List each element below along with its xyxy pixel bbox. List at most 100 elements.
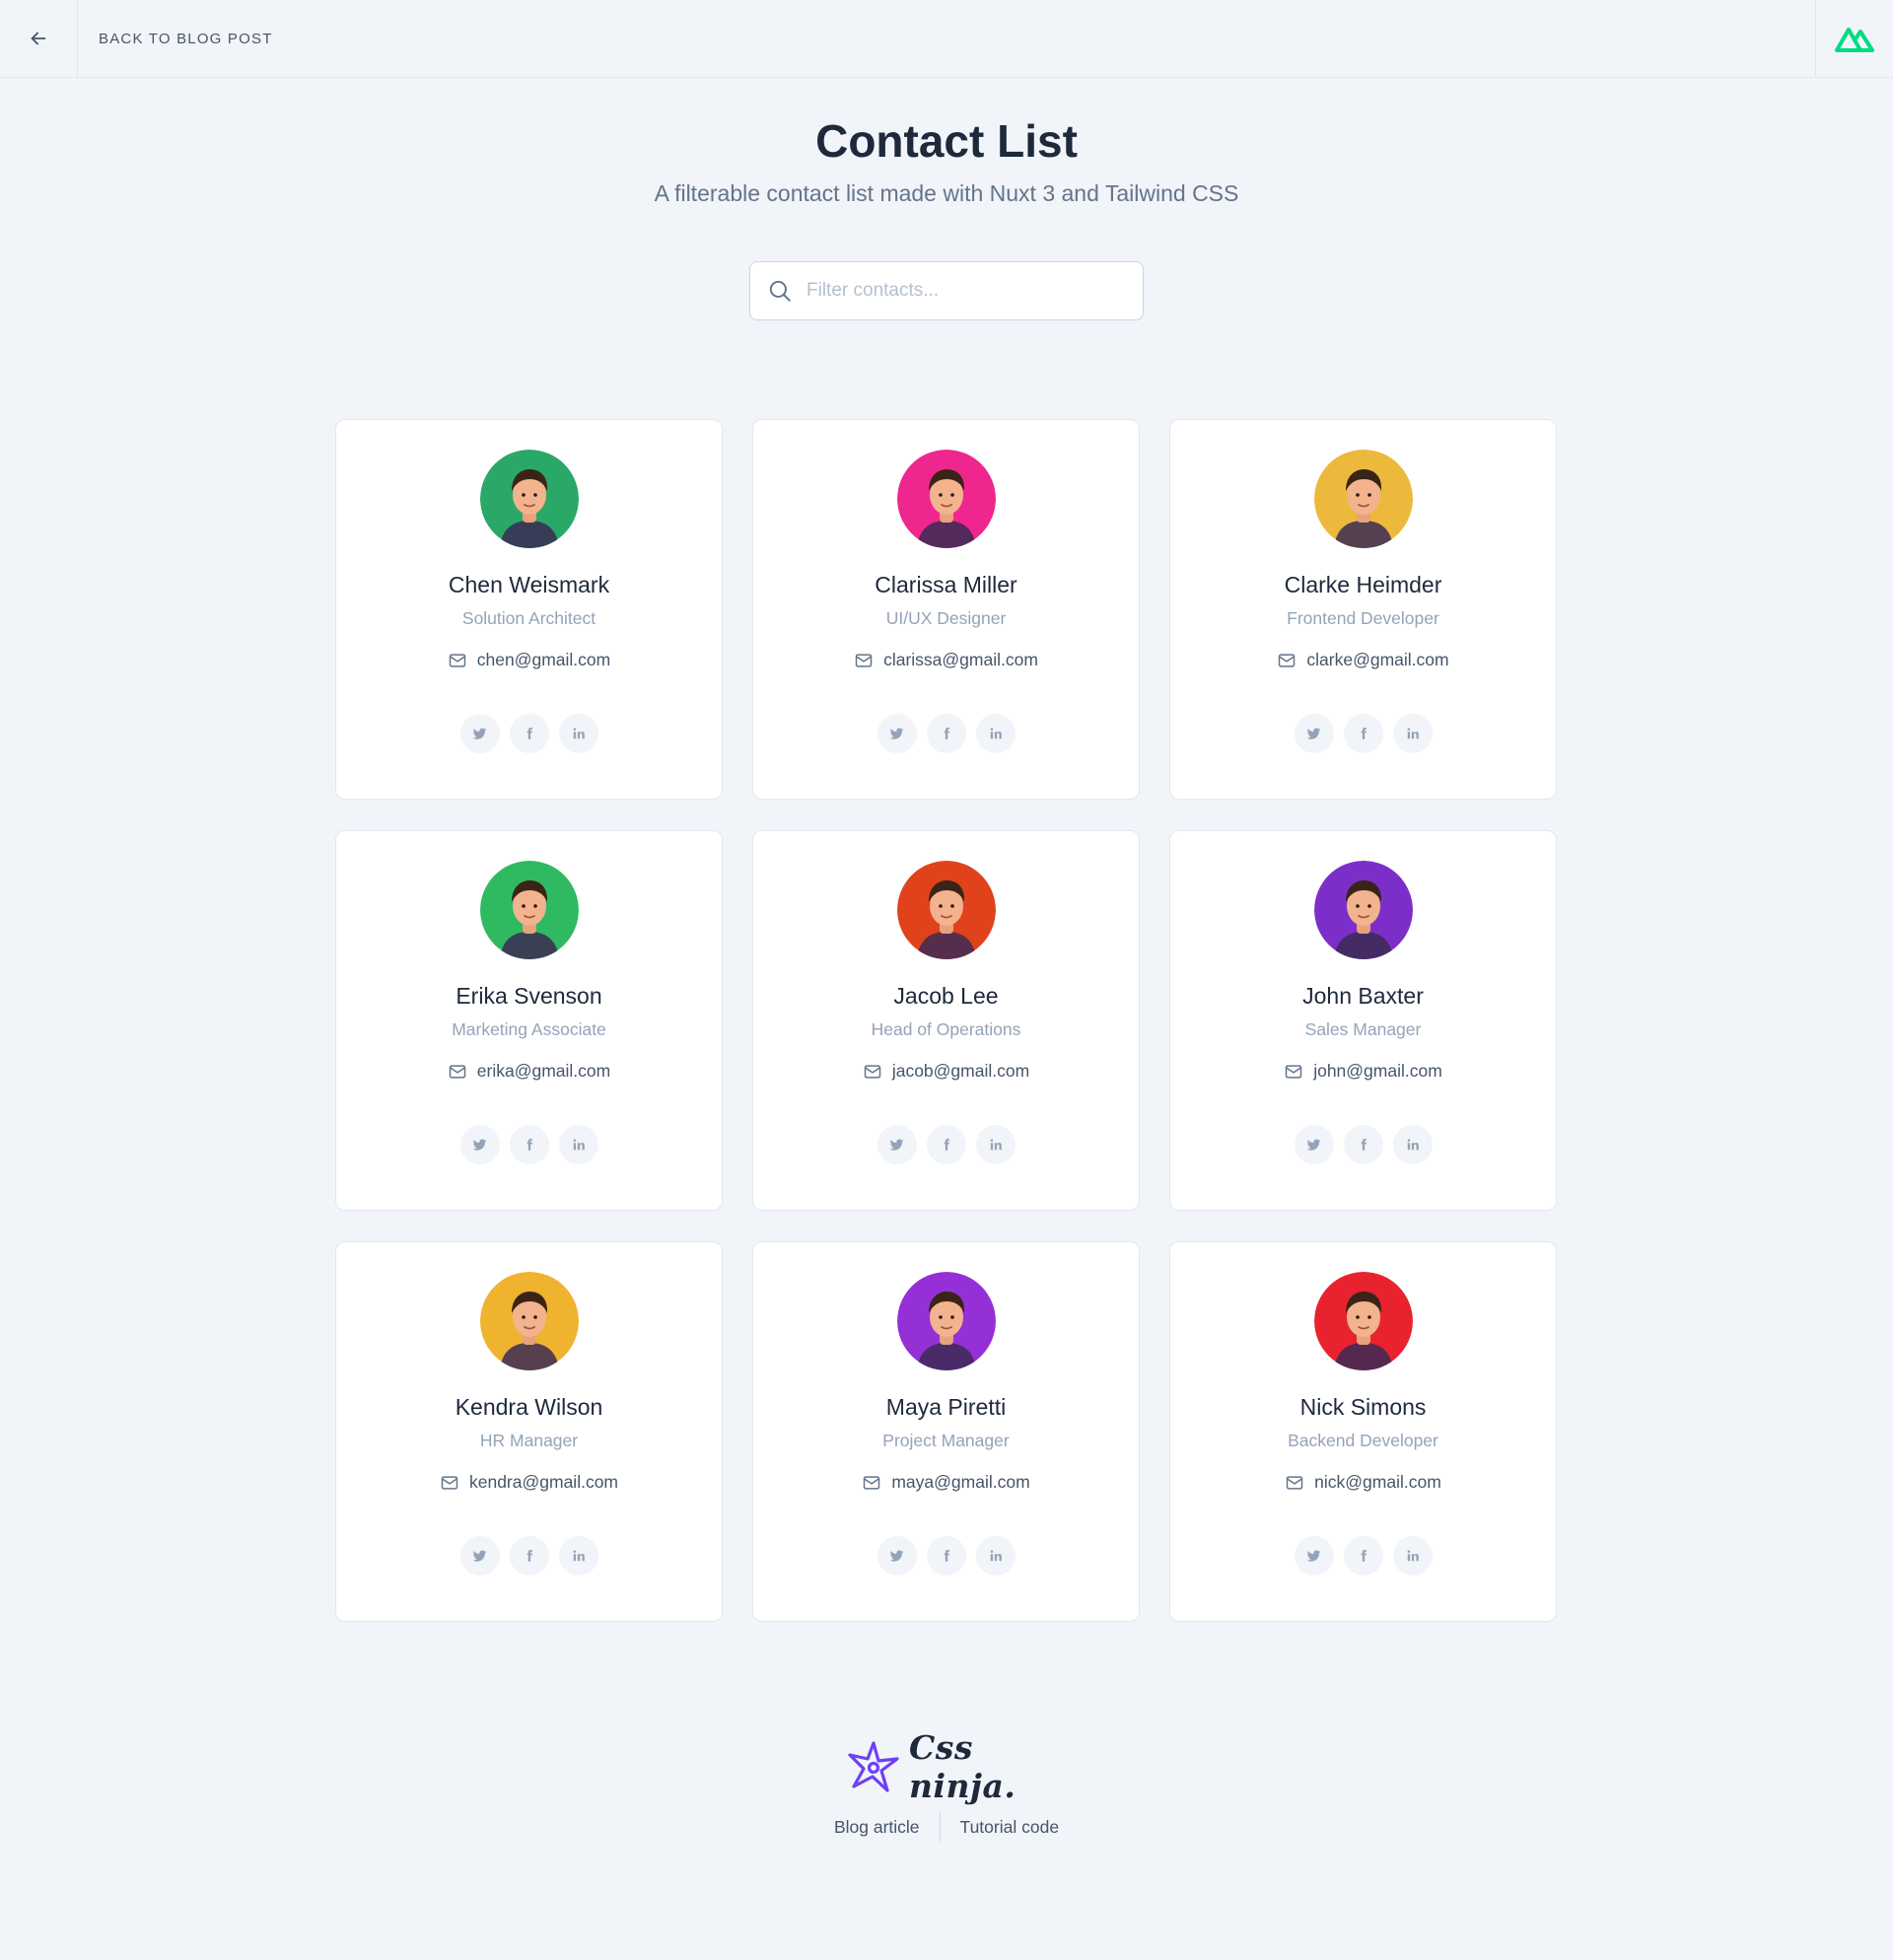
- contact-name: John Baxter: [1302, 983, 1424, 1009]
- facebook-button[interactable]: [1343, 1125, 1383, 1164]
- arrow-left-icon: [28, 28, 49, 49]
- twitter-icon: [889, 727, 904, 741]
- contact-name: Clarke Heimder: [1284, 572, 1442, 597]
- twitter-button[interactable]: [1294, 1536, 1334, 1575]
- linkedin-button[interactable]: [975, 1125, 1016, 1164]
- mail-icon: [863, 1062, 882, 1082]
- twitter-button[interactable]: [459, 1536, 500, 1575]
- mail-icon: [1284, 1062, 1303, 1082]
- contact-name: Chen Weismark: [448, 572, 610, 597]
- twitter-button[interactable]: [1294, 714, 1334, 753]
- facebook-button[interactable]: [926, 1536, 966, 1575]
- facebook-icon: [940, 1549, 953, 1563]
- search-icon: [767, 278, 793, 304]
- twitter-icon: [472, 1549, 487, 1564]
- avatar: [896, 450, 996, 548]
- twitter-button[interactable]: [459, 1125, 500, 1164]
- twitter-button[interactable]: [1294, 1125, 1334, 1164]
- contact-role: HR Manager: [479, 1431, 579, 1450]
- contact-role: Backend Developer: [1288, 1431, 1438, 1450]
- tutorial-code-link[interactable]: Tutorial code: [941, 1817, 1080, 1838]
- contact-email[interactable]: nick@gmail.com: [1314, 1472, 1441, 1493]
- twitter-button[interactable]: [459, 714, 500, 753]
- facebook-button[interactable]: [926, 714, 966, 753]
- twitter-icon: [1306, 727, 1321, 741]
- facebook-button[interactable]: [509, 1125, 549, 1164]
- contact-email[interactable]: john@gmail.com: [1313, 1061, 1442, 1082]
- linkedin-button[interactable]: [975, 714, 1016, 753]
- linkedin-button[interactable]: [558, 714, 598, 753]
- linkedin-icon: [989, 1549, 1003, 1563]
- email-row: nick@gmail.com: [1285, 1472, 1441, 1493]
- contact-role: Frontend Developer: [1287, 608, 1439, 628]
- contact-email[interactable]: clarke@gmail.com: [1306, 650, 1448, 670]
- contact-grid: Chen Weismark Solution Architect chen@gm…: [335, 419, 1558, 1622]
- social-links: [1294, 1536, 1433, 1575]
- twitter-button[interactable]: [876, 1536, 917, 1575]
- contact-email[interactable]: clarissa@gmail.com: [883, 650, 1038, 670]
- contact-email[interactable]: chen@gmail.com: [477, 650, 610, 670]
- contact-card: Erika Svenson Marketing Associate erika@…: [335, 830, 723, 1211]
- contact-card: Maya Piretti Project Manager maya@gmail.…: [752, 1241, 1140, 1622]
- page-subtitle: A filterable contact list made with Nuxt…: [654, 180, 1239, 206]
- filter-contacts-input[interactable]: [806, 280, 1122, 302]
- contact-role: Project Manager: [882, 1431, 1010, 1450]
- facebook-button[interactable]: [1343, 1536, 1383, 1575]
- contact-role: UI/UX Designer: [885, 608, 1007, 628]
- contact-name: Jacob Lee: [893, 983, 999, 1009]
- social-links: [876, 1125, 1016, 1164]
- linkedin-button[interactable]: [1392, 1536, 1433, 1575]
- linkedin-button[interactable]: [1392, 714, 1433, 753]
- social-links: [876, 714, 1016, 753]
- social-links: [459, 714, 598, 753]
- facebook-icon: [940, 727, 953, 740]
- facebook-button[interactable]: [509, 1536, 549, 1575]
- css-ninja-logo[interactable]: Css ninja.: [846, 1728, 1053, 1805]
- twitter-button[interactable]: [876, 1125, 917, 1164]
- facebook-icon: [523, 727, 536, 740]
- facebook-button[interactable]: [1343, 714, 1383, 753]
- contact-email[interactable]: kendra@gmail.com: [469, 1472, 618, 1493]
- filter-box[interactable]: [749, 261, 1144, 320]
- linkedin-icon: [1406, 1549, 1420, 1563]
- contact-role: Sales Manager: [1304, 1019, 1422, 1039]
- contact-card: Chen Weismark Solution Architect chen@gm…: [335, 419, 723, 800]
- back-to-blog-link[interactable]: BACK TO BLOG POST: [99, 31, 273, 47]
- nuxt-logo-button[interactable]: [1815, 0, 1893, 78]
- email-row: chen@gmail.com: [448, 650, 610, 670]
- linkedin-button[interactable]: [558, 1536, 598, 1575]
- facebook-button[interactable]: [509, 714, 549, 753]
- mail-icon: [440, 1473, 459, 1493]
- twitter-icon: [1306, 1549, 1321, 1564]
- contact-email[interactable]: jacob@gmail.com: [892, 1061, 1029, 1082]
- linkedin-button[interactable]: [1392, 1125, 1433, 1164]
- facebook-icon: [1357, 727, 1370, 740]
- twitter-icon: [472, 727, 487, 741]
- twitter-icon: [889, 1138, 904, 1153]
- contact-name: Nick Simons: [1299, 1394, 1427, 1420]
- facebook-button[interactable]: [926, 1125, 966, 1164]
- email-row: maya@gmail.com: [862, 1472, 1030, 1493]
- contact-email[interactable]: erika@gmail.com: [477, 1061, 610, 1082]
- avatar: [1313, 450, 1413, 548]
- back-button[interactable]: [0, 0, 78, 78]
- twitter-button[interactable]: [876, 714, 917, 753]
- avatar: [479, 450, 579, 548]
- email-row: erika@gmail.com: [448, 1061, 610, 1082]
- linkedin-button[interactable]: [975, 1536, 1016, 1575]
- footer-links: Blog article Tutorial code: [0, 1812, 1893, 1842]
- twitter-icon: [472, 1138, 487, 1153]
- footer-brand: Css ninja.: [909, 1728, 1017, 1805]
- mail-icon: [1277, 651, 1297, 670]
- mail-icon: [448, 1062, 467, 1082]
- contact-role: Head of Operations: [871, 1019, 1021, 1039]
- linkedin-button[interactable]: [558, 1125, 598, 1164]
- social-links: [459, 1536, 598, 1575]
- linkedin-icon: [572, 727, 586, 740]
- mail-icon: [1285, 1473, 1304, 1493]
- contact-email[interactable]: maya@gmail.com: [891, 1472, 1029, 1493]
- contact-name: Erika Svenson: [456, 983, 602, 1009]
- linkedin-icon: [572, 1138, 586, 1152]
- avatar: [896, 1272, 996, 1370]
- blog-article-link[interactable]: Blog article: [814, 1817, 940, 1838]
